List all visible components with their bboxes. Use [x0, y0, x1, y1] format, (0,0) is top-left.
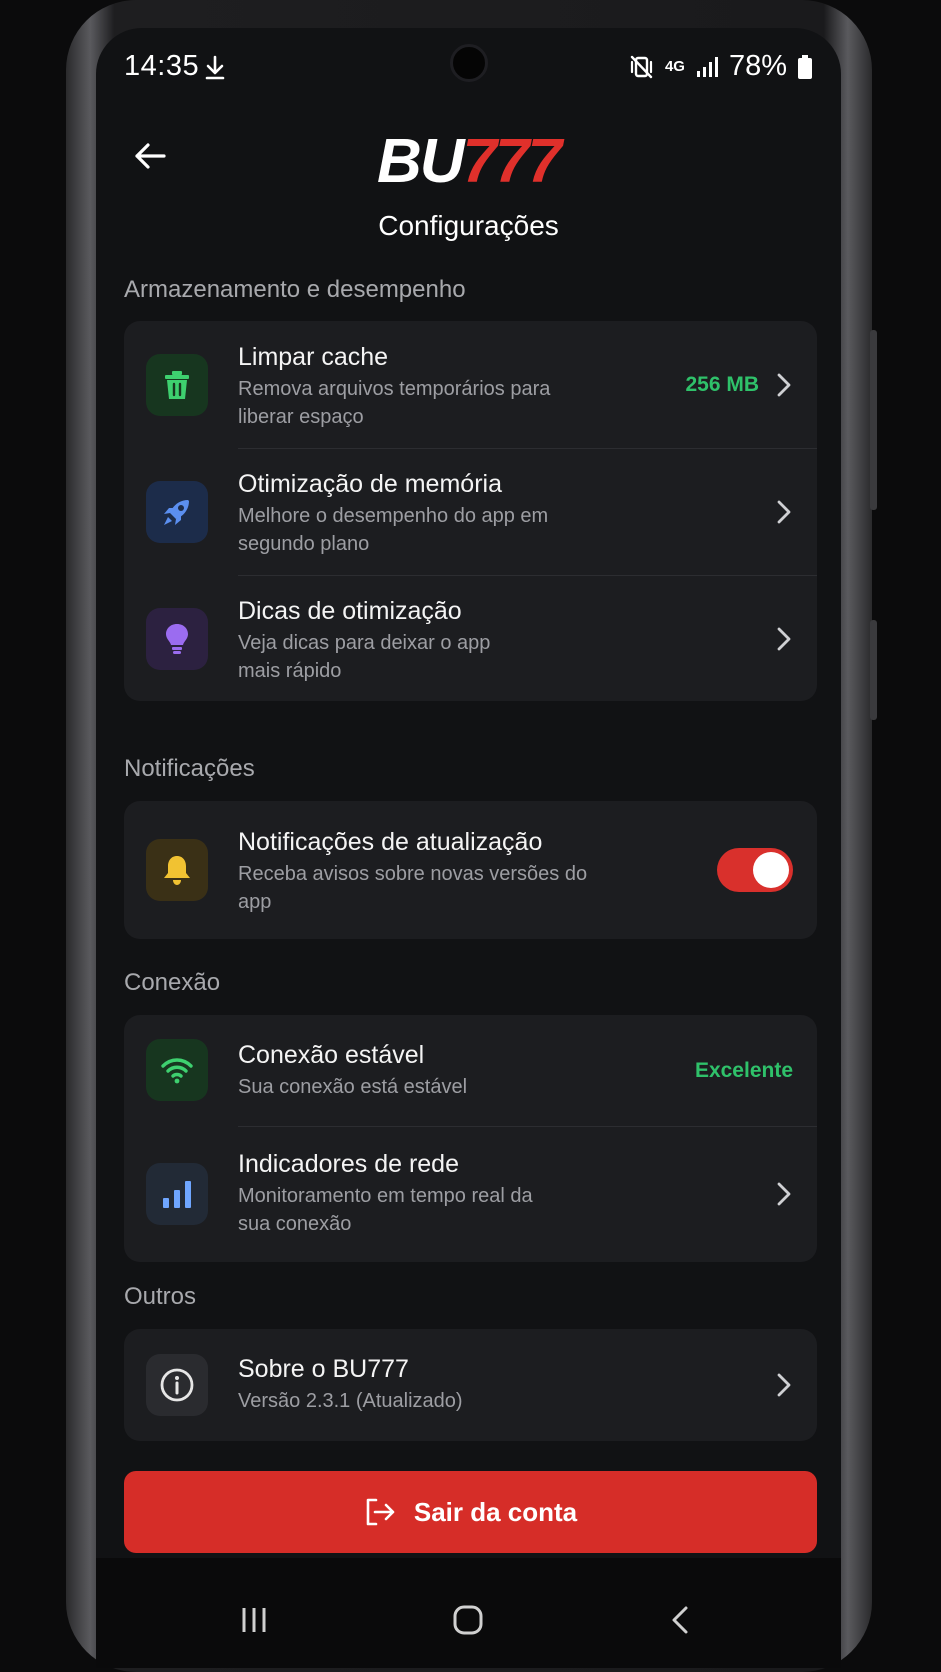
logout-label: Sair da conta — [413, 1496, 578, 1527]
trash-icon — [146, 354, 208, 416]
battery-icon — [798, 54, 812, 79]
chevron-right-icon — [777, 1373, 791, 1397]
section-label-connection: Conexão — [124, 969, 221, 996]
chevron-right-icon — [777, 627, 791, 651]
info-icon — [146, 1354, 208, 1416]
system-nav-bar — [96, 1558, 841, 1668]
back-chevron-icon — [672, 1606, 688, 1634]
update-notifications-row: Notificações de atualização Receba aviso… — [124, 801, 817, 939]
chevron-right-icon — [777, 1182, 791, 1206]
about-row[interactable]: Sobre o BU777 Versão 2.3.1 (Atualizado) — [124, 1329, 817, 1441]
row-title: Limpar cache — [238, 343, 389, 371]
connection-card: Conexão estável Sua conexão está estável… — [124, 1015, 817, 1262]
chevron-right-icon — [777, 373, 791, 397]
status-time: 14:35 — [124, 50, 200, 82]
row-title: Indicadores de rede — [238, 1150, 459, 1178]
recents-icon — [242, 1608, 266, 1632]
section-label-storage: Armazenamento e desempenho — [124, 276, 466, 303]
row-subtitle: Versão 2.3.1 (Atualizado) — [238, 1390, 463, 1412]
vibrate-icon — [630, 55, 653, 78]
storage-card: Limpar cache Remova arquivos temporários… — [124, 321, 817, 701]
power-button — [870, 620, 877, 720]
logout-button[interactable]: Sair da conta — [124, 1471, 817, 1553]
section-label-others: Outros — [124, 1283, 197, 1310]
logout-icon — [366, 1498, 395, 1526]
bar-chart-icon — [146, 1163, 208, 1225]
clear-cache-row[interactable]: Limpar cache Remova arquivos temporários… — [124, 321, 817, 448]
section-label-notifications: Notificações — [124, 755, 255, 782]
recent-apps-button[interactable] — [232, 1598, 276, 1642]
battery-percent: 78% — [728, 50, 787, 82]
rocket-icon — [146, 481, 208, 543]
app-logo: BU777 — [376, 127, 562, 196]
row-title: Conexão estável — [238, 1041, 425, 1069]
home-button[interactable] — [446, 1598, 490, 1642]
status-icons: 4G 78% — [629, 50, 813, 83]
row-title: Dicas de otimização — [238, 597, 462, 625]
row-subtitle: Veja dicas para deixar o app mais rápido — [238, 632, 491, 682]
network-indicators-row[interactable]: Indicadores de rede Monitoramento em tem… — [124, 1126, 817, 1262]
row-title: Notificações de atualização — [238, 828, 543, 856]
row-subtitle: Receba avisos sobre novas versões do app — [238, 863, 588, 913]
home-icon — [453, 1605, 483, 1635]
chevron-right-icon — [777, 500, 791, 524]
row-subtitle: Monitoramento em tempo real da sua conex… — [238, 1185, 533, 1235]
optimization-tips-row[interactable]: Dicas de otimização Veja dicas para deix… — [124, 575, 817, 701]
back-nav-button[interactable] — [658, 1598, 702, 1642]
lightbulb-icon — [146, 608, 208, 670]
wifi-icon — [146, 1039, 208, 1101]
cache-size-value: 256 MB — [685, 373, 759, 396]
network-type: 4G — [664, 57, 685, 75]
row-subtitle: Melhore o desempenho do app em segundo p… — [238, 505, 549, 555]
connection-quality-value: Excelente — [694, 1059, 793, 1082]
toggle-knob — [753, 852, 789, 888]
row-title: Sobre o BU777 — [238, 1355, 409, 1383]
download-icon — [205, 55, 225, 80]
row-title: Otimização de memória — [238, 470, 502, 498]
bell-icon — [146, 839, 208, 901]
memory-optimization-row[interactable]: Otimização de memória Melhore o desempen… — [124, 448, 817, 575]
row-subtitle: Sua conexão está estável — [238, 1076, 468, 1098]
volume-button — [870, 330, 877, 510]
update-notifications-toggle[interactable] — [717, 848, 793, 892]
page-title: Configurações — [378, 210, 559, 241]
others-card: Sobre o BU777 Versão 2.3.1 (Atualizado) — [124, 1329, 817, 1441]
stable-connection-row[interactable]: Conexão estável Sua conexão está estável… — [124, 1015, 817, 1126]
status-bar: 14:35 4G 78% — [96, 28, 841, 108]
row-subtitle: Remova arquivos temporários para liberar… — [238, 378, 551, 428]
screen: 14:35 4G 78% BU777 Configurações Armazen… — [96, 28, 841, 1668]
notifications-card: Notificações de atualização Receba aviso… — [124, 801, 817, 939]
front-camera — [450, 44, 488, 82]
signal-icon — [696, 56, 718, 77]
